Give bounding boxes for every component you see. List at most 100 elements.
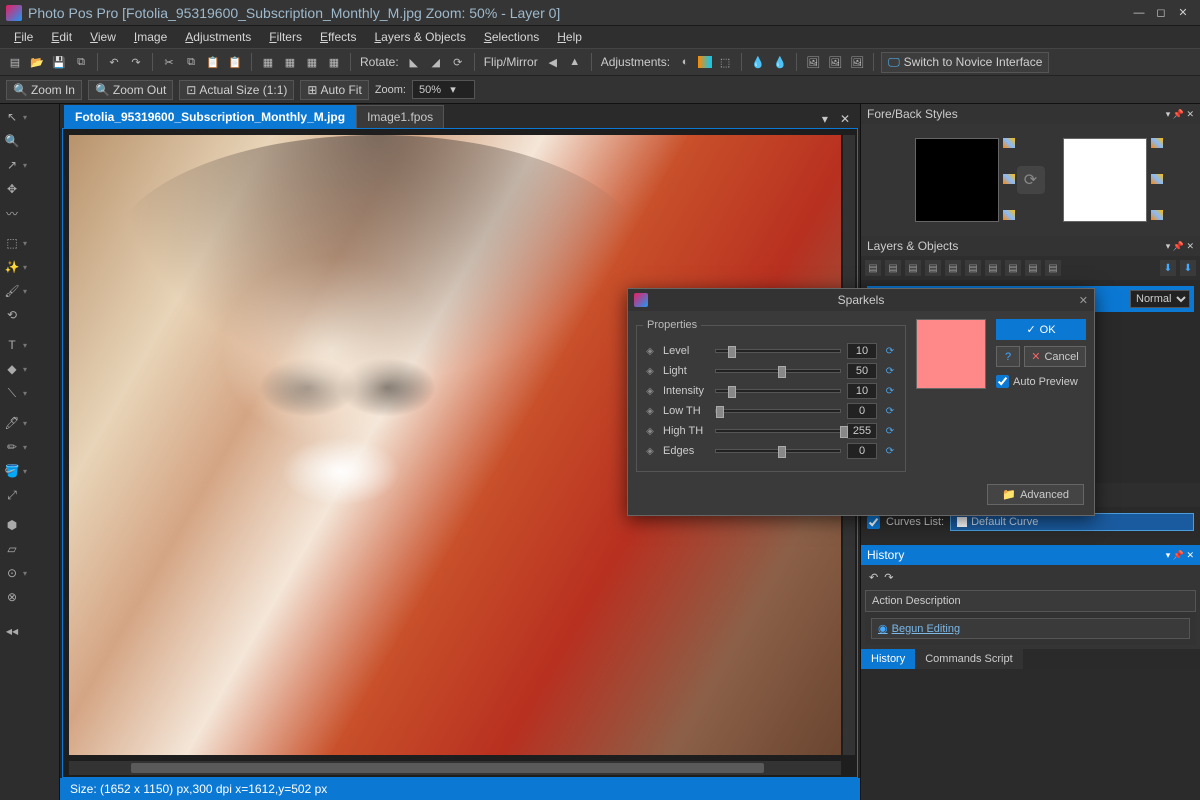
- prop-slider[interactable]: [715, 429, 841, 433]
- layer-down-icon[interactable]: ⬇: [1160, 260, 1176, 276]
- chevron-down-icon[interactable]: ▾: [23, 569, 31, 578]
- adjust-drop2-icon[interactable]: 💧: [771, 53, 789, 71]
- document-tab[interactable]: Fotolia_95319600_Subscription_Monthly_M.…: [64, 105, 356, 128]
- horizontal-scrollbar[interactable]: [69, 761, 841, 775]
- cancel-button[interactable]: ✕Cancel: [1024, 346, 1086, 367]
- adjust-img1-icon[interactable]: 🖼: [804, 53, 822, 71]
- heal-tool-icon[interactable]: ⊗: [2, 588, 22, 606]
- grid4-icon[interactable]: ▦: [325, 53, 343, 71]
- swatch-picker-icon[interactable]: [1003, 138, 1015, 148]
- advanced-button[interactable]: 📁Advanced: [987, 484, 1084, 505]
- rotate-180-icon[interactable]: ⟳: [449, 53, 467, 71]
- slider-thumb[interactable]: [840, 426, 848, 438]
- clone-tool-icon[interactable]: ⬢: [2, 516, 22, 534]
- history-item[interactable]: ◉Begun Editing: [871, 618, 1190, 639]
- pencil-tool-icon[interactable]: ✏: [2, 438, 22, 456]
- menu-help[interactable]: Help: [549, 28, 590, 46]
- crop-tool-icon[interactable]: ✥: [2, 180, 22, 198]
- chevron-down-icon[interactable]: ▾: [23, 263, 31, 272]
- smudge-tool-icon[interactable]: ⊙: [2, 564, 22, 582]
- prop-slider[interactable]: [715, 449, 841, 453]
- paint-tool-icon[interactable]: 🖊: [2, 414, 22, 432]
- panel-controls[interactable]: ▾ 📌 ✕: [1166, 241, 1194, 252]
- open-icon[interactable]: 📂: [28, 53, 46, 71]
- grid3-icon[interactable]: ▦: [303, 53, 321, 71]
- cut-icon[interactable]: ✂: [160, 53, 178, 71]
- slider-thumb[interactable]: [778, 366, 786, 378]
- tab-menu-button[interactable]: ▾: [816, 110, 834, 128]
- prop-slider[interactable]: [715, 389, 841, 393]
- prop-value[interactable]: 0: [847, 443, 877, 459]
- reset-icon[interactable]: ⟳: [883, 424, 897, 438]
- zoom-in-button[interactable]: 🔍Zoom In: [6, 80, 82, 100]
- layer-btn-icon[interactable]: ▤: [925, 260, 941, 276]
- lasso-tool-icon[interactable]: ⟲: [2, 306, 22, 324]
- paste-special-icon[interactable]: 📋: [226, 53, 244, 71]
- auto-fit-button[interactable]: ⊞Auto Fit: [300, 80, 368, 100]
- prop-value[interactable]: 50: [847, 363, 877, 379]
- layer-btn-icon[interactable]: ▤: [905, 260, 921, 276]
- layers-header[interactable]: Layers & Objects ▾ 📌 ✕: [861, 236, 1200, 256]
- brush-tool-icon[interactable]: 🖌: [2, 282, 22, 300]
- minimize-button[interactable]: —: [1128, 4, 1150, 22]
- menu-selections[interactable]: Selections: [476, 28, 547, 46]
- swap-colors-icon[interactable]: ⟳: [1017, 166, 1045, 194]
- history-undo-icon[interactable]: ↶: [869, 571, 878, 584]
- layer-btn-icon[interactable]: ▤: [885, 260, 901, 276]
- slider-thumb[interactable]: [716, 406, 724, 418]
- tab-history[interactable]: History: [861, 649, 915, 669]
- wand-tool-icon[interactable]: ✨: [2, 258, 22, 276]
- ok-button[interactable]: ✓OK: [996, 319, 1086, 340]
- chevron-down-icon[interactable]: ▾: [23, 239, 31, 248]
- reset-icon[interactable]: ⟳: [883, 364, 897, 378]
- eraser-tool-icon[interactable]: ▱: [2, 540, 22, 558]
- menu-adjustments[interactable]: Adjustments: [177, 28, 259, 46]
- adjust-drop-icon[interactable]: 💧: [749, 53, 767, 71]
- menu-filters[interactable]: Filters: [261, 28, 310, 46]
- prop-slider[interactable]: [715, 349, 841, 353]
- layer-btn-icon[interactable]: ▤: [865, 260, 881, 276]
- fill-tool-icon[interactable]: 🪣: [2, 462, 22, 480]
- swatch-picker-icon[interactable]: [1003, 210, 1015, 220]
- chevron-down-icon[interactable]: ▾: [23, 389, 31, 398]
- adjust-contrast-icon[interactable]: ◐: [676, 53, 694, 71]
- layer-btn-icon[interactable]: ▤: [1005, 260, 1021, 276]
- zoom-out-button[interactable]: 🔍Zoom Out: [88, 80, 173, 100]
- reset-icon[interactable]: ⟳: [883, 384, 897, 398]
- maximize-button[interactable]: ◻: [1150, 4, 1172, 22]
- slider-thumb[interactable]: [778, 446, 786, 458]
- chevron-down-icon[interactable]: ▾: [23, 341, 31, 350]
- shape-tool-icon[interactable]: ◆: [2, 360, 22, 378]
- foreground-swatch[interactable]: [915, 138, 999, 222]
- prop-value[interactable]: 0: [847, 403, 877, 419]
- prop-value[interactable]: 10: [847, 383, 877, 399]
- menu-file[interactable]: File: [6, 28, 41, 46]
- undo-icon[interactable]: ↶: [105, 53, 123, 71]
- history-redo-icon[interactable]: ↷: [884, 571, 893, 584]
- swatch-picker-icon[interactable]: [1151, 174, 1163, 184]
- reset-icon[interactable]: ⟳: [883, 344, 897, 358]
- reset-icon[interactable]: ⟳: [883, 404, 897, 418]
- adjust-curves-icon[interactable]: ⬚: [716, 53, 734, 71]
- auto-preview-row[interactable]: Auto Preview: [996, 375, 1086, 388]
- save-icon[interactable]: 💾: [50, 53, 68, 71]
- chevron-down-icon[interactable]: ▾: [23, 419, 31, 428]
- zoom-select[interactable]: 50% ▾: [412, 80, 475, 99]
- chevron-down-icon[interactable]: ▾: [23, 113, 31, 122]
- layer-down-icon[interactable]: ⬇: [1180, 260, 1196, 276]
- menu-layers[interactable]: Layers & Objects: [366, 28, 473, 46]
- blend-mode-select[interactable]: Normal: [1130, 290, 1190, 308]
- paste-icon[interactable]: 📋: [204, 53, 222, 71]
- chevron-down-icon[interactable]: ▾: [23, 467, 31, 476]
- prop-value[interactable]: 10: [847, 343, 877, 359]
- rotate-right-icon[interactable]: ◢: [427, 53, 445, 71]
- background-swatch[interactable]: [1063, 138, 1147, 222]
- collapse-tool-icon[interactable]: ◀◀: [2, 622, 22, 640]
- path-tool-icon[interactable]: 〰: [2, 204, 22, 222]
- chevron-down-icon[interactable]: ▾: [23, 365, 31, 374]
- slider-thumb[interactable]: [728, 346, 736, 358]
- fore-back-header[interactable]: Fore/Back Styles ▾ 📌 ✕: [861, 104, 1200, 124]
- magnifier-tool-icon[interactable]: 🔍: [2, 132, 22, 150]
- adjust-img3-icon[interactable]: 🖼: [848, 53, 866, 71]
- reset-icon[interactable]: ⟳: [883, 444, 897, 458]
